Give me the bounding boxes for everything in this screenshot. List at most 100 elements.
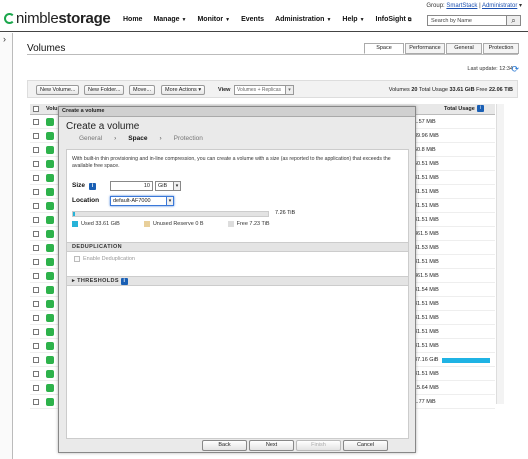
capacity-legend: Used 33.61 GiB Unused Reserve 0 B Free 7… [72,221,294,227]
total-usage-cell: 31.51 MiB [414,189,439,195]
total-usage-cell: 31.51 MiB [414,371,439,377]
volume-status-icon [46,300,54,308]
refresh-icon[interactable]: ⟳ [511,64,519,75]
nav-infosight[interactable]: InfoSight ⧉ [376,16,412,23]
location-select[interactable]: default-AF7000 ▾ [110,196,174,206]
info-icon[interactable]: i [89,183,96,190]
row-checkbox[interactable] [33,119,39,125]
tab-performance[interactable]: Performance [405,43,445,54]
row-checkbox[interactable] [33,217,39,223]
tab-space[interactable]: Space [364,43,404,54]
row-checkbox[interactable] [33,203,39,209]
row-checkbox[interactable] [33,161,39,167]
info-icon[interactable]: i [477,105,484,112]
total-usage-cell: 31.51 MiB [414,175,439,181]
info-icon[interactable]: i [120,278,128,285]
col-volume[interactable]: Volu [46,106,58,112]
dialog-titlebar[interactable]: Create a volume [59,107,415,117]
search-button[interactable]: ⌕ [507,15,521,26]
row-checkbox[interactable] [33,133,39,139]
chevron-right-icon: › [159,135,162,142]
nav-manage[interactable]: Manage ▼ [153,16,186,23]
legend-free: Free 7.23 TiB [227,221,270,227]
expand-icon: ▸ [72,278,76,284]
step-protection[interactable]: Protection [174,135,203,142]
summary-volumes: 20 [411,87,418,93]
row-checkbox[interactable] [33,399,39,405]
total-usage-cell: 31.51 MiB [414,203,439,209]
total-usage-cell: 31.51 MiB [414,329,439,335]
chevron-down-icon: ▾ [198,87,202,93]
step-space[interactable]: Space [128,135,147,142]
size-field[interactable]: 10 [110,181,153,191]
total-usage-cell: 31.51 MiB [414,315,439,321]
search-input[interactable]: Search by Name [427,15,507,26]
dialog-body: With built-in thin provisioning and in-l… [66,149,409,439]
nimble-storage-logo[interactable]: nimble storage [4,10,111,27]
header-divider [27,54,518,55]
row-checkbox[interactable] [33,315,39,321]
enable-dedup-label: Enable Deduplication [83,256,135,262]
row-checkbox[interactable] [33,357,39,363]
new-volume-button[interactable]: New Volume... [36,85,80,95]
more-actions-button[interactable]: More Actions ▾ [161,85,206,95]
row-checkbox[interactable] [33,245,39,251]
table-scrollbar[interactable] [496,104,504,404]
nav-monitor[interactable]: Monitor ▼ [197,16,230,23]
row-checkbox[interactable] [33,287,39,293]
total-usage-cell: 31.54 MiB [414,287,439,293]
side-panel-toggle[interactable]: › [0,33,13,459]
volume-status-icon [46,216,54,224]
main-nav: Home Manage ▼ Monitor ▼ Events Administrat… [123,16,411,23]
row-checkbox[interactable] [33,343,39,349]
nav-help[interactable]: Help ▼ [342,16,364,23]
row-checkbox[interactable] [33,259,39,265]
nav-events[interactable]: Events [241,16,264,23]
select-all-checkbox[interactable] [33,106,39,112]
summary-used: 33.61 GiB [449,87,475,93]
new-folder-button[interactable]: New Folder... [84,85,125,95]
user-menu-caret[interactable]: ▾ [517,3,522,9]
row-checkbox[interactable] [33,385,39,391]
total-usage-cell: 37.16 GiB [414,357,439,363]
view-select[interactable]: Volumes + Replicas ▾ [234,85,294,95]
row-checkbox[interactable] [33,329,39,335]
dialog-heading: Create a volume [66,121,140,132]
more-actions-label: More Actions [165,87,197,93]
row-checkbox[interactable] [33,231,39,237]
group-link[interactable]: SmartStack [446,3,477,9]
usage-bar [442,358,490,363]
nav-home[interactable]: Home [123,16,142,23]
view-label: View [218,87,231,93]
row-checkbox[interactable] [33,371,39,377]
page-title: Volumes [27,43,66,54]
move-button[interactable]: Move... [129,85,156,95]
cancel-button[interactable]: Cancel [343,440,388,451]
total-usage-cell: 31.51 MiB [414,259,439,265]
legend-swatch-free [227,221,234,227]
row-checkbox[interactable] [33,175,39,181]
volume-status-icon [46,356,54,364]
size-unit-select[interactable]: GiB ▾ [155,181,181,191]
row-checkbox[interactable] [33,189,39,195]
tab-general[interactable]: General [446,43,482,54]
summary-free: 22.06 TiB [488,87,513,93]
user-link[interactable]: Administrator [482,3,517,9]
nav-administration[interactable]: Administration ▼ [275,16,331,23]
step-general[interactable]: General [79,135,102,142]
row-checkbox[interactable] [33,301,39,307]
capacity-total: 7.26 TiB [275,210,296,216]
row-checkbox[interactable] [33,147,39,153]
logo-mark-icon [4,13,15,24]
col-total-usage[interactable]: Total Usage [444,106,475,112]
create-volume-dialog: Create a volume Create a volume General … [58,106,416,453]
tab-protection[interactable]: Protection [483,43,519,54]
thresholds-section-header[interactable]: ▸ THRESHOLDS i [67,276,408,286]
back-button[interactable]: Back [202,440,247,451]
chevron-right-icon: › [114,135,117,142]
finish-button[interactable]: Finish [296,440,341,451]
next-button[interactable]: Next [249,440,294,451]
summary-volumes-label: Volumes [388,87,410,93]
row-checkbox[interactable] [33,273,39,279]
enable-dedup-checkbox[interactable] [74,256,80,262]
